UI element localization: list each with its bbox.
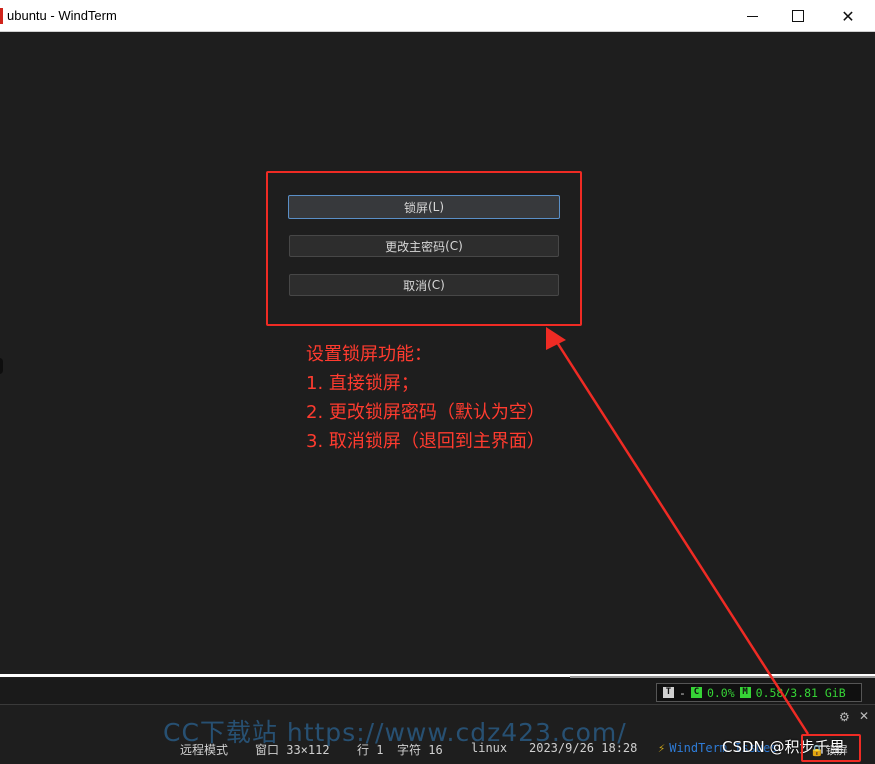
status-datetime-text: 2023/9/26 18:28 bbox=[529, 741, 638, 755]
status-mode[interactable]: 远程模式 bbox=[180, 741, 228, 758]
status-os-text: linux bbox=[471, 741, 508, 755]
system-monitor[interactable]: T - C 0.0% M 0.58/3.81 GiB bbox=[656, 683, 862, 702]
status-column-text: 字符 16 bbox=[397, 743, 443, 757]
title-bar: ubuntu - WindTerm ✕ bbox=[0, 0, 875, 32]
status-datetime: 2023/9/26 18:28 bbox=[529, 741, 637, 755]
minimize-icon bbox=[746, 15, 758, 17]
annotation-item-1: 1. 直接锁屏； bbox=[306, 373, 419, 394]
status-os[interactable]: linux bbox=[471, 741, 507, 755]
minimize-button[interactable] bbox=[729, 0, 775, 32]
terminal-tag-icon: T bbox=[663, 687, 674, 698]
window-title: ubuntu - WindTerm bbox=[7, 8, 117, 23]
dialog-highlight-box bbox=[266, 171, 582, 326]
annotation-item-2: 2. 更改锁屏密码（默认为空） bbox=[306, 402, 545, 423]
close-button[interactable]: ✕ bbox=[825, 0, 871, 32]
windterm-icon: ⚡ bbox=[658, 741, 666, 755]
cpu-usage: 0.0% bbox=[706, 685, 735, 700]
scroll-handle[interactable] bbox=[0, 358, 3, 374]
app-icon bbox=[0, 8, 3, 24]
status-row-text: 行 1 bbox=[357, 743, 384, 757]
terminal-tag-value: - bbox=[679, 685, 686, 700]
status-column[interactable]: 字符 16 bbox=[397, 741, 443, 758]
maximize-icon bbox=[792, 10, 804, 22]
panel-divider bbox=[0, 704, 875, 705]
gear-icon[interactable]: ⚙ bbox=[839, 710, 850, 724]
lock-status-highlight-box bbox=[801, 734, 861, 762]
memory-usage: 0.58/3.81 GiB bbox=[755, 685, 846, 700]
annotation-heading: 设置锁屏功能： bbox=[306, 344, 432, 365]
close-icon: ✕ bbox=[841, 6, 855, 26]
annotation-text: 设置锁屏功能： 1. 直接锁屏； 2. 更改锁屏密码（默认为空） 3. 取消锁屏… bbox=[306, 340, 545, 456]
panel-close-icon[interactable]: ✕ bbox=[859, 709, 869, 723]
status-row[interactable]: 行 1 bbox=[357, 741, 383, 758]
maximize-button[interactable] bbox=[775, 0, 821, 32]
cpu-tag-icon: C bbox=[690, 687, 702, 698]
memory-tag-icon: M bbox=[739, 687, 751, 698]
status-window-size-text: 窗口 33×112 bbox=[255, 743, 330, 757]
annotation-item-3: 3. 取消锁屏（退回到主界面） bbox=[306, 431, 545, 452]
status-window-size[interactable]: 窗口 33×112 bbox=[255, 741, 330, 758]
